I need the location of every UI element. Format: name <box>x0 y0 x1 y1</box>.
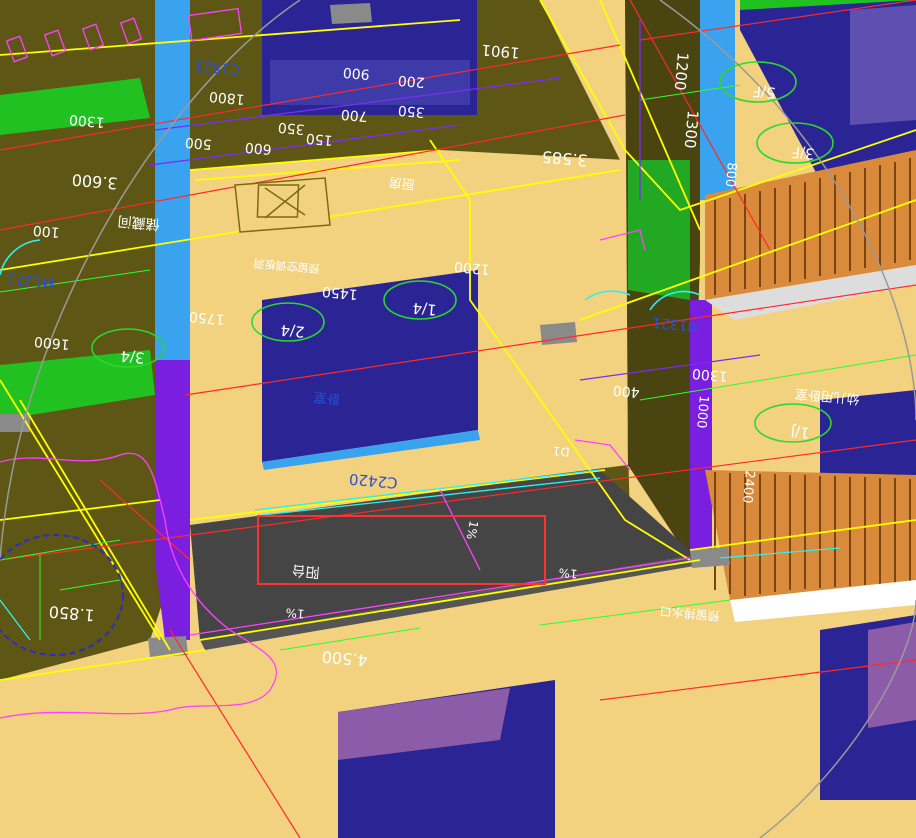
dim-1300-c: 1300 <box>691 365 728 384</box>
dim-100: 100 <box>32 222 60 240</box>
dim-1750: 1750 <box>188 308 225 327</box>
room-bedroom: 卧室 <box>313 389 340 407</box>
dim-600: 600 <box>244 139 272 157</box>
axis-3f: 3/F <box>791 143 816 163</box>
room-kitchen: 厨房 <box>388 174 415 192</box>
slope-2: 1% <box>558 565 578 581</box>
dim-900: 900 <box>342 64 370 82</box>
window-upper-right-glass <box>850 5 916 125</box>
axis-1-4: 1/4 <box>412 299 438 319</box>
dim-1800: 1800 <box>208 88 245 107</box>
dim-1200-a: 1200 <box>671 52 692 92</box>
elev-4500: 4.500 <box>321 647 368 670</box>
column-stub-2 <box>540 322 577 345</box>
dim-700: 700 <box>340 106 368 124</box>
dim-350-b: 350 <box>397 102 425 120</box>
room-balcony: 阳台 <box>291 562 320 580</box>
dim-2400: 2400 <box>739 470 757 504</box>
dim-350-a: 350 <box>277 119 305 137</box>
dim-500: 500 <box>184 134 212 152</box>
dim-200: 200 <box>397 72 425 90</box>
dim-1901: 1901 <box>481 41 521 62</box>
dim-800: 800 <box>722 162 739 188</box>
dim-1300-a: 1300 <box>681 110 702 150</box>
elev-3600: 3.600 <box>71 170 118 193</box>
column-green-right <box>628 160 690 300</box>
axis-1-j: 1/J <box>790 422 811 442</box>
railing-lower <box>705 470 916 600</box>
window-c2420[interactable] <box>262 270 478 462</box>
dim-150: 150 <box>305 130 333 148</box>
elev-3585: 3.585 <box>541 147 588 170</box>
elev-1850: 1.850 <box>48 602 95 625</box>
dim-1200-b: 1200 <box>453 258 490 277</box>
dim-1300-b: 1300 <box>68 111 105 130</box>
equipment-box <box>234 177 331 233</box>
axis-3-4: 3/4 <box>120 347 146 367</box>
column-cyan-left <box>155 0 190 360</box>
dim-400: 400 <box>612 382 640 400</box>
axis-5f: 5/F <box>752 82 777 102</box>
cad-viewport[interactable]: 1901 1200 1300 800 900 200 1800 1300 700… <box>0 0 916 838</box>
dim-1000: 1000 <box>693 395 711 429</box>
column-stub-5 <box>330 3 372 24</box>
column-purple-right <box>690 300 712 560</box>
mark-d1: D1 <box>552 444 570 459</box>
axis-2-4: 2/4 <box>280 321 306 341</box>
dim-1450: 1450 <box>321 283 358 302</box>
floor-plan-drawing[interactable]: 1901 1200 1300 800 900 200 1800 1300 700… <box>0 0 916 838</box>
dim-1600: 1600 <box>33 333 70 352</box>
slope-1: 1% <box>285 605 305 621</box>
